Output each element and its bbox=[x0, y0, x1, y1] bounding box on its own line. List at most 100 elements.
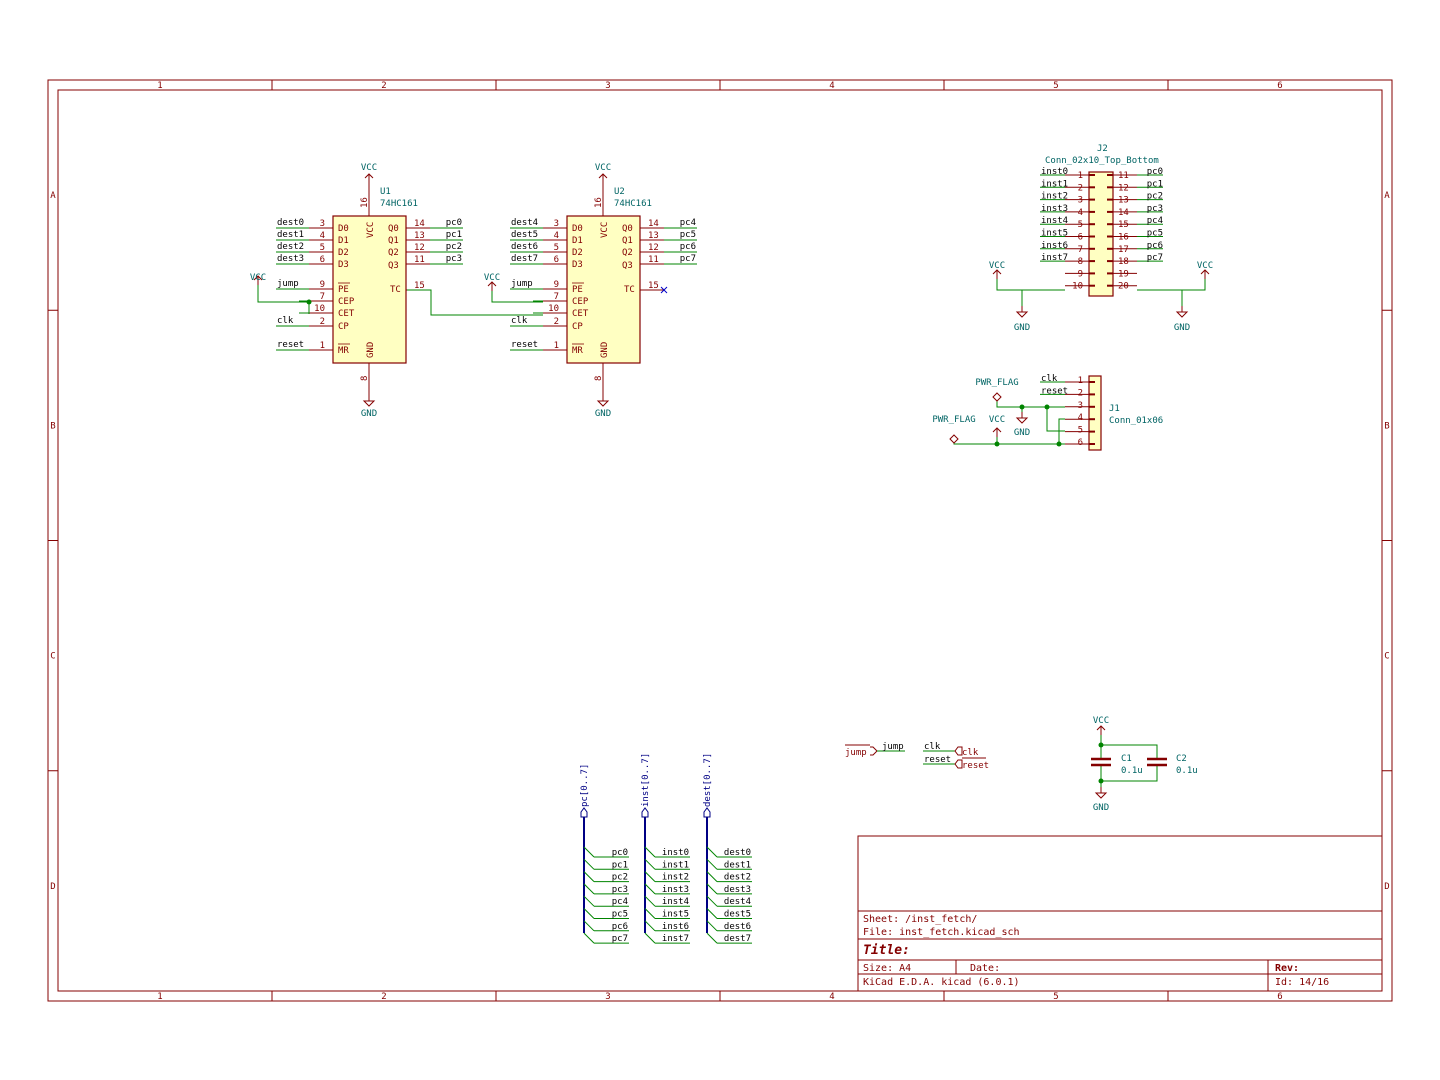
j1-pin-4-num: 4 bbox=[1078, 413, 1083, 423]
u2-gnd-pin-name: GND bbox=[600, 342, 610, 358]
j2-net-inst1: inst1 bbox=[1041, 179, 1068, 189]
frame-col-bottom-6: 6 bbox=[1277, 992, 1282, 1002]
size-label: Size: A4 bbox=[863, 963, 911, 974]
u1-pin-cep-name: CEP bbox=[338, 297, 355, 307]
u1-net-pc0: pc0 bbox=[446, 218, 462, 228]
net-jump-local: jump bbox=[882, 742, 904, 752]
j2-net-pc7: pc7 bbox=[1147, 253, 1163, 263]
u1-pin-mr-name: MR bbox=[338, 346, 349, 356]
j2-value: Conn_02x10_Top_Bottom bbox=[1045, 156, 1159, 166]
u2-pin-d0-name: D0 bbox=[572, 224, 583, 234]
bus-entry-inst6: inst6 bbox=[662, 922, 689, 932]
u1-value: 74HC161 bbox=[380, 199, 418, 209]
u1-pin-d0-name: D0 bbox=[338, 224, 349, 234]
j2-pin-14-num: 14 bbox=[1118, 208, 1129, 218]
bus-entry-pc4: pc4 bbox=[612, 897, 628, 907]
u1-pin-14-num: 14 bbox=[414, 219, 425, 229]
u2-pin-12-num: 12 bbox=[648, 243, 659, 253]
frame-row-right-A: A bbox=[1384, 191, 1390, 201]
frame-col-top-1: 1 bbox=[157, 81, 162, 91]
u2-pin-pe-name: PE bbox=[572, 285, 583, 295]
u2-net-pc6: pc6 bbox=[680, 242, 696, 252]
net-reset-local: reset bbox=[924, 755, 951, 765]
bus-entry-pc0: pc0 bbox=[612, 848, 628, 858]
j2-net-inst5: inst5 bbox=[1041, 229, 1068, 239]
j2-net-inst2: inst2 bbox=[1041, 192, 1068, 202]
vcc-label: VCC bbox=[595, 163, 611, 173]
c2-value: 0.1u bbox=[1176, 766, 1198, 776]
j2-pin-17-num: 17 bbox=[1118, 245, 1129, 255]
u2-pin-4-num: 4 bbox=[554, 231, 559, 241]
u1-net-pc2: pc2 bbox=[446, 242, 462, 252]
j2-net-inst3: inst3 bbox=[1041, 204, 1068, 214]
bus-entry-pc6: pc6 bbox=[612, 922, 628, 932]
u1-vcc-pin-name: VCC bbox=[366, 222, 376, 238]
vcc-label: VCC bbox=[361, 163, 377, 173]
capacitor-c2[interactable]: C2 0.1u bbox=[1147, 754, 1198, 776]
c1-ref: C1 bbox=[1121, 754, 1132, 764]
rev-label: Rev: bbox=[1275, 963, 1299, 974]
vcc-label: VCC bbox=[1093, 716, 1109, 726]
file-label: File: inst_fetch.kicad_sch bbox=[863, 927, 1020, 938]
u2-net-clk: clk bbox=[511, 316, 528, 326]
u2-pin-2-num: 2 bbox=[554, 317, 559, 327]
bus-entry-inst7: inst7 bbox=[662, 934, 689, 944]
drawing-frame bbox=[47, 79, 1393, 1002]
bus-label-0: pc[0..7] bbox=[580, 764, 590, 807]
j2-net-pc6: pc6 bbox=[1147, 241, 1163, 251]
u2-pin-10-num: 10 bbox=[548, 304, 559, 314]
frame-row-right-C: C bbox=[1384, 652, 1389, 662]
pwr-flag-label: PWR_FLAG bbox=[932, 415, 975, 425]
j2-ref: J2 bbox=[1097, 144, 1108, 154]
u1-net-dest1: dest1 bbox=[277, 230, 304, 240]
bus-label-2: dest[0..7] bbox=[703, 753, 713, 807]
u2-net-pc5: pc5 bbox=[680, 230, 696, 240]
hlabel-clk-out: clk bbox=[962, 748, 979, 758]
bus-entry-inst3: inst3 bbox=[662, 885, 689, 895]
u1-pin-tc: TC bbox=[390, 285, 401, 295]
j1-pin-6-num: 6 bbox=[1078, 438, 1083, 448]
bus-entry-dest2: dest2 bbox=[724, 873, 751, 883]
hlabel-reset-out: reset bbox=[962, 761, 989, 771]
j1-value: Conn_01x06 bbox=[1109, 416, 1163, 426]
u1-net-pc1: pc1 bbox=[446, 230, 462, 240]
capacitor-c1[interactable]: C1 0.1u bbox=[1091, 754, 1143, 776]
j2-pin-5-num: 5 bbox=[1078, 220, 1083, 230]
u1-pin-cp-name: CP bbox=[338, 322, 349, 332]
u1-pin-7-num: 7 bbox=[320, 292, 325, 302]
j2-pin-1-num: 1 bbox=[1078, 171, 1083, 181]
u2-pin-14-num: 14 bbox=[648, 219, 659, 229]
junction bbox=[306, 299, 312, 305]
u2-net-pc7: pc7 bbox=[680, 254, 696, 264]
frame-col-top-4: 4 bbox=[829, 81, 834, 91]
u2-pin-13-num: 13 bbox=[648, 231, 659, 241]
tool-label: KiCad E.D.A. kicad (6.0.1) bbox=[863, 977, 1020, 988]
bus-entry-inst1: inst1 bbox=[662, 860, 689, 870]
u2-net-reset: reset bbox=[511, 340, 538, 350]
vcc-label: VCC bbox=[250, 273, 266, 283]
j1-pin-2-num: 2 bbox=[1078, 388, 1083, 398]
net-clk-local: clk bbox=[924, 742, 941, 752]
vcc-label: VCC bbox=[484, 273, 500, 283]
frame-row-right-D: D bbox=[1384, 882, 1389, 892]
u2-pin-7-num: 7 bbox=[554, 292, 559, 302]
u1-pin-q1: Q1 bbox=[388, 236, 399, 246]
u2-net-pc4: pc4 bbox=[680, 218, 696, 228]
u2-pin-q0: Q0 bbox=[622, 224, 633, 234]
date-label: Date: bbox=[970, 963, 1000, 974]
j2-pin-13-num: 13 bbox=[1118, 196, 1129, 206]
u2-vcc-pin-name: VCC bbox=[600, 222, 610, 238]
frame-row-left-B: B bbox=[50, 421, 55, 431]
u1-net-pc3: pc3 bbox=[446, 254, 462, 264]
u2-pin-q1: Q1 bbox=[622, 236, 633, 246]
u1-pin-q0: Q0 bbox=[388, 224, 399, 234]
j1-conn-01x06[interactable]: J1 Conn_01x06 bbox=[1088, 375, 1163, 451]
j2-pin-9-num: 9 bbox=[1078, 269, 1083, 279]
j2-net-inst4: inst4 bbox=[1041, 216, 1068, 226]
u2-gnd-pin-num: 8 bbox=[594, 376, 604, 381]
bus-section: pc[0..7] pc0 pc1 pc2 pc3 pc4 pc5 pc6 pc7 inst[0..… bbox=[580, 753, 752, 944]
hierarchical-labels: jump jump clk clk reset reset bbox=[845, 742, 989, 771]
u1-ref: U1 bbox=[380, 187, 391, 197]
u2-net-dest4: dest4 bbox=[511, 218, 538, 228]
u1-pin-6-num: 6 bbox=[320, 255, 325, 265]
